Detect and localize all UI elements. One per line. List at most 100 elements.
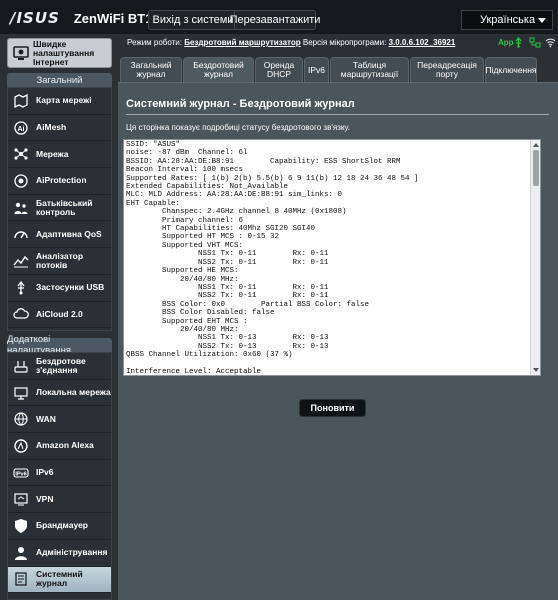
sidebar-item-label: VPN <box>36 493 54 504</box>
operation-mode-link[interactable]: Бездротовий маршрутизатор <box>184 38 300 47</box>
sidebar-item-label: Бездротове з'єднання <box>36 355 86 375</box>
qos-icon <box>12 225 30 243</box>
sidebar-item-label: WAN <box>36 413 56 424</box>
page-title: Системний журнал - Бездротовий журнал <box>126 98 355 110</box>
quick-setup-label: Швидке налаштування Інтернет <box>33 38 95 67</box>
parental-control-icon <box>12 199 30 217</box>
content-panel: Системний журнал - Бездротовий журнал Ця… <box>118 82 558 600</box>
sidebar-item-administration[interactable]: Адміністрування <box>8 540 111 567</box>
advanced-nav-list: Бездротове з'єднання Локальна мережа WAN Am… <box>7 352 112 600</box>
tab-dhcp-leases[interactable]: Оренда DHCP <box>255 57 303 82</box>
svg-text:IPv6: IPv6 <box>15 471 26 477</box>
wireless-icon <box>12 357 30 375</box>
traffic-analyzer-icon <box>12 252 30 270</box>
general-nav-list: Карта мережі Ai AiMesh Мережа AiProtection Ба… <box>7 87 112 331</box>
app-label[interactable]: App <box>498 38 514 47</box>
brand-logo: /ISUS <box>10 9 60 27</box>
log-scrollbar[interactable] <box>530 140 540 375</box>
sidebar-item-aimesh[interactable]: Ai AiMesh <box>8 115 111 142</box>
network-map-icon <box>12 92 30 110</box>
sidebar-item-label: Мережа <box>36 148 69 159</box>
sidebar-item-usb[interactable]: Застосунки USB <box>8 275 111 302</box>
tab-wireless-log[interactable]: Бездротовий журнал <box>183 57 254 82</box>
tab-port-forwarding[interactable]: Переадресація порту <box>410 57 484 82</box>
network-icon <box>12 145 30 163</box>
refresh-button[interactable]: Поновити <box>299 399 366 417</box>
lan-icon <box>12 384 30 402</box>
scroll-thumb[interactable] <box>533 150 539 186</box>
sidebar-item-alexa[interactable]: Amazon Alexa <box>8 433 111 460</box>
sidebar-item-vpn[interactable]: VPN <box>8 486 111 514</box>
reboot-button[interactable]: Перезавантажити <box>230 10 320 30</box>
usb-status-icon[interactable] <box>513 36 524 48</box>
sidebar-item-label: Брандмауер <box>36 520 88 531</box>
tab-bar: Загальний журнал Бездротовий журнал Орен… <box>120 57 558 82</box>
top-bar: /ISUS ZenWiFi BT10 Вихід з системи Перез… <box>0 0 558 34</box>
wifi-status-icon[interactable] <box>545 37 556 48</box>
sidebar-item-network-map[interactable]: Карта мережі <box>8 88 111 115</box>
alexa-icon <box>12 437 30 455</box>
firmware-version-link[interactable]: 3.0.0.6.102_36921 <box>389 38 456 47</box>
sidebar-item-label: Карта мережі <box>36 95 92 106</box>
network-status-icon[interactable] <box>529 37 541 48</box>
sidebar-item-wan[interactable]: WAN <box>8 406 111 434</box>
sidebar-item-label: AiProtection <box>36 175 87 186</box>
sidebar-item-label: Адміністрування <box>36 547 108 558</box>
tab-general-log[interactable]: Загальний журнал <box>120 57 182 82</box>
logo: /ISUS ZenWiFi BT10 <box>10 9 160 27</box>
sidebar-item-lan[interactable]: Локальна мережа <box>8 380 111 407</box>
vpn-icon <box>12 490 30 508</box>
sidebar-item-aicloud[interactable]: AiCloud 2.0 <box>8 302 111 329</box>
usb-icon <box>12 279 30 297</box>
tab-connections[interactable]: Підключення <box>485 57 537 82</box>
wireless-log-textarea[interactable]: SSID: "ASUS" noise: -87 dBm Channel: 6l … <box>123 139 541 376</box>
page-description: Ця сторінка показує подробиці статусу бе… <box>126 123 350 132</box>
sidebar-item-label: Аналізатор потоків <box>36 250 84 270</box>
tab-ipv6[interactable]: IPv6 <box>304 57 329 82</box>
aicloud-icon <box>12 305 30 323</box>
quick-setup-icon <box>12 43 30 63</box>
advanced-section-header: Додаткові налаштування <box>7 334 112 356</box>
wan-icon <box>12 410 30 428</box>
model-name: ZenWiFi BT10 <box>73 10 160 26</box>
chevron-down-icon <box>538 18 546 23</box>
scroll-up-icon[interactable] <box>533 143 539 147</box>
aimesh-icon: Ai <box>12 119 30 137</box>
language-value: Українська <box>480 14 536 26</box>
sidebar-item-system-log[interactable]: Системний журнал <box>8 566 111 594</box>
sidebar-item-network[interactable]: Мережа <box>8 141 111 169</box>
sidebar-item-wireless[interactable]: Бездротове з'єднання <box>8 353 111 380</box>
sidebar-item-label: Застосунки USB <box>36 282 105 293</box>
log-text: SSID: "ASUS" noise: -87 dBm Channel: 6l … <box>126 141 419 376</box>
sidebar-item-traffic-analyzer[interactable]: Аналізатор потоків <box>8 248 111 275</box>
firmware-label: Версія мікропрограми: <box>302 38 387 47</box>
system-log-icon <box>12 570 30 588</box>
ipv6-icon: IPv6 <box>12 464 30 482</box>
sidebar-item-ipv6[interactable]: IPv6 IPv6 <box>8 460 111 487</box>
sidebar-item-label: Системний журнал <box>36 569 83 589</box>
quick-setup-button[interactable]: Швидке налаштування Інтернет <box>7 38 112 68</box>
scroll-down-icon[interactable] <box>533 368 539 372</box>
sidebar-item-qos[interactable]: Адаптивна QoS <box>8 221 111 249</box>
language-select[interactable]: Українська <box>461 10 553 30</box>
status-bar: Режим роботи: Бездротовий маршрутизатор … <box>127 36 556 50</box>
sidebar-item-parental-control[interactable]: Батьківський контроль <box>8 195 111 222</box>
mode-label: Режим роботи: <box>127 38 182 47</box>
sidebar-item-label: Локальна мережа <box>36 387 111 398</box>
sidebar-item-label: AiCloud 2.0 <box>36 308 83 319</box>
sidebar-item-label: IPv6 <box>36 467 54 478</box>
sidebar: Швидке налаштування Інтернет Загальний К… <box>0 34 118 600</box>
sidebar-item-aiprotection[interactable]: AiProtection <box>8 168 111 195</box>
logout-button[interactable]: Вихід з системи <box>148 10 238 30</box>
administration-icon <box>12 544 30 562</box>
general-section-header: Загальний <box>7 73 112 87</box>
aiprotection-icon <box>12 172 30 190</box>
sidebar-item-label: Amazon Alexa <box>36 440 94 451</box>
tab-routing-table[interactable]: Таблиця маршрутизації <box>330 57 409 82</box>
firewall-icon <box>12 517 30 535</box>
sidebar-item-label: Батьківський контроль <box>36 197 93 217</box>
sidebar-item-label: AiMesh <box>36 122 67 133</box>
svg-text:Ai: Ai <box>18 126 25 133</box>
sidebar-item-label: Адаптивна QoS <box>36 228 102 239</box>
sidebar-item-firewall[interactable]: Брандмауер <box>8 513 111 540</box>
